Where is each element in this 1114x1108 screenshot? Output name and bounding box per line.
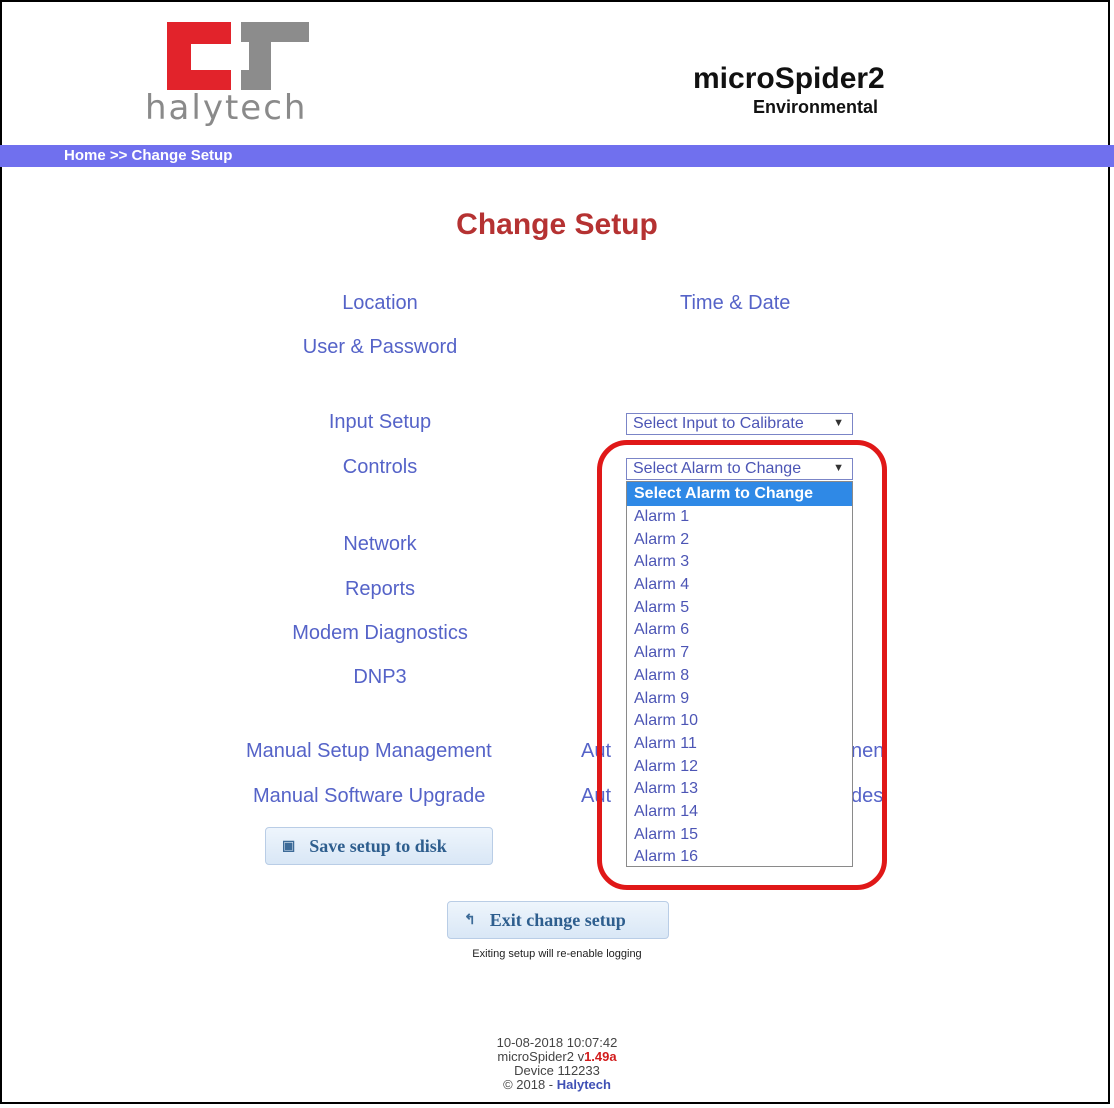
- exit-note: Exiting setup will re-enable logging: [472, 948, 642, 960]
- chevron-down-icon: ▼: [833, 417, 844, 429]
- breadcrumb[interactable]: Home >> Change Setup: [64, 147, 232, 164]
- reports-link[interactable]: Reports: [230, 578, 530, 601]
- footer-copyright: © 2018 - Halytech: [0, 1078, 1114, 1092]
- save-setup-label: Save setup to disk: [309, 835, 447, 856]
- halytech-logo-icon: [167, 22, 309, 90]
- save-setup-button[interactable]: ▣ Save setup to disk: [265, 827, 493, 865]
- footer-copyright-prefix: © 2018 -: [503, 1077, 557, 1092]
- floppy-disk-icon: ▣: [282, 838, 296, 854]
- manual-setup-management-link[interactable]: Manual Setup Management: [246, 740, 492, 763]
- calibrate-input-select[interactable]: Select Input to Calibrate ▼: [626, 413, 853, 435]
- product-subtitle: Environmental: [753, 97, 879, 117]
- footer-device: Device 112233: [514, 1063, 600, 1078]
- calibrate-select-value: Select Input to Calibrate: [633, 415, 804, 432]
- page-title: Change Setup: [456, 208, 658, 241]
- user-password-link[interactable]: User & Password: [230, 336, 530, 359]
- logo-wordmark: halytech: [145, 88, 308, 128]
- product-title: microSpider2: [693, 62, 885, 95]
- network-link[interactable]: Network: [230, 533, 530, 556]
- footer-company-link[interactable]: Halytech: [557, 1077, 611, 1092]
- return-arrow-icon: ↰: [464, 912, 476, 928]
- manual-software-upgrade-link[interactable]: Manual Software Upgrade: [253, 785, 485, 808]
- red-highlight-annotation: [597, 440, 887, 890]
- footer-version: microSpider2 v1.49a: [0, 1050, 1114, 1064]
- footer-version-number: 1.49a: [584, 1049, 617, 1064]
- footer-datetime: 10-08-2018 10:07:42: [496, 1035, 618, 1050]
- footer-version-prefix: microSpider2 v: [497, 1049, 585, 1064]
- location-link[interactable]: Location: [230, 292, 530, 315]
- dnp3-link[interactable]: DNP3: [230, 666, 530, 689]
- modem-diagnostics-link[interactable]: Modem Diagnostics: [230, 622, 530, 645]
- input-setup-link[interactable]: Input Setup: [230, 411, 530, 434]
- exit-setup-label: Exit change setup: [489, 909, 626, 930]
- time-date-link[interactable]: Time & Date: [680, 292, 790, 315]
- controls-link[interactable]: Controls: [230, 456, 530, 479]
- exit-setup-button[interactable]: ↰ Exit change setup: [447, 901, 669, 939]
